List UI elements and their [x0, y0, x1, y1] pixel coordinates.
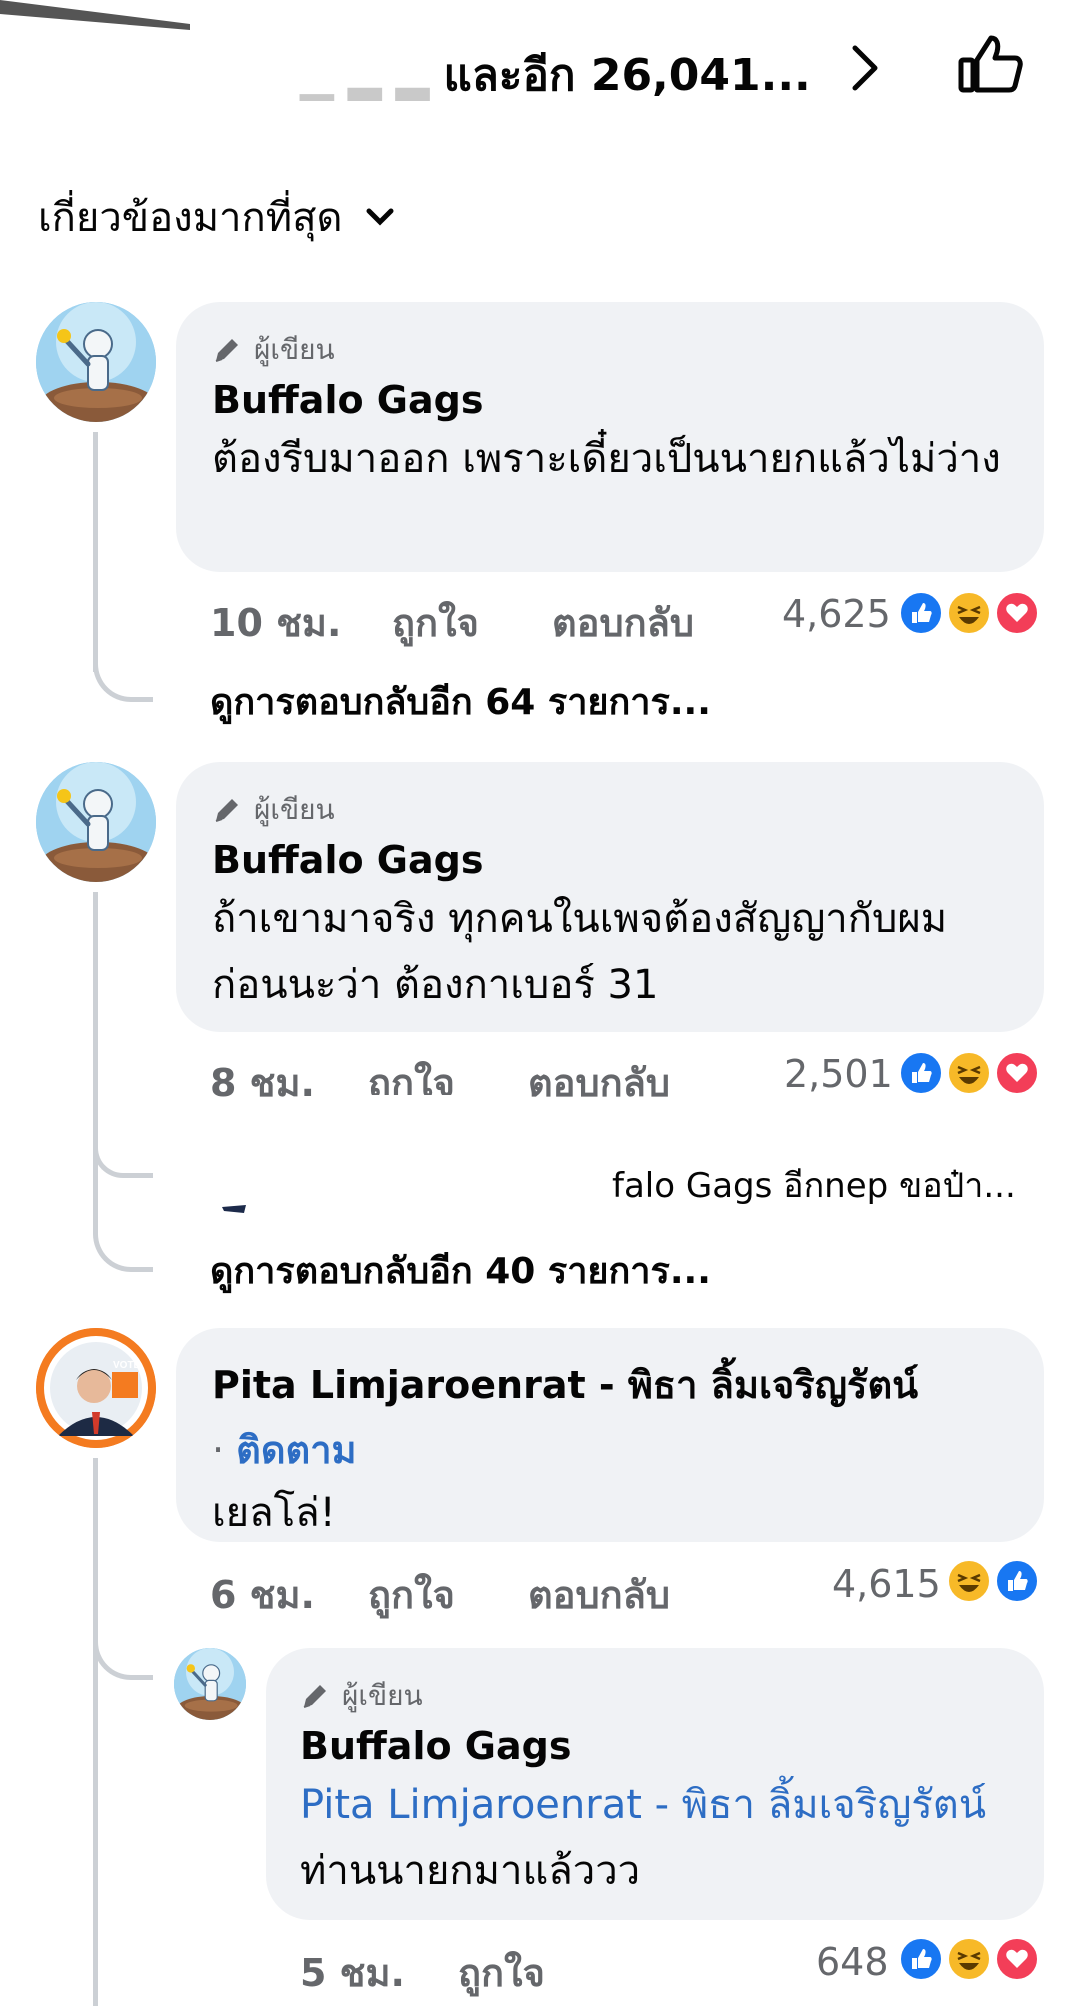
pencil-icon — [303, 1685, 326, 1708]
reply-text: Pita Limjaroenrat - พิธา ลิ้มเจริญรัตน์ … — [300, 1772, 1010, 1904]
chevron-down-icon — [366, 208, 393, 226]
like-button-icon[interactable] — [955, 30, 1025, 100]
comment-time: 5 ชม. — [300, 1951, 405, 1995]
reactions-count[interactable]: 4,615 — [832, 1562, 941, 1606]
avatar-badge-text: VOTE — [113, 1360, 141, 1371]
love-reaction-icon — [994, 1936, 1040, 1982]
mention-link[interactable]: Pita Limjaroenrat - พิธา ลิ้มเจริญรัตน์ — [300, 1782, 986, 1828]
avatar[interactable] — [174, 1648, 246, 1720]
reactions-count[interactable]: 648 — [816, 1940, 889, 1984]
avatar[interactable] — [36, 302, 156, 422]
pencil-icon — [215, 339, 238, 362]
thread-line — [93, 432, 98, 672]
reply-preview-mark — [222, 1198, 246, 1213]
comment-time: 6 ชม. — [210, 1573, 315, 1617]
reply-link[interactable]: ตอบกลับ — [528, 1564, 670, 1625]
like-reaction-icon — [898, 590, 944, 636]
comment-bubble[interactable]: Pita Limjaroenrat - พิธา ลิ้มเจริญรัตน์ … — [176, 1328, 1044, 1542]
view-more-replies[interactable]: ดูการตอบกลับอีก 64 รายการ... — [210, 673, 711, 730]
reactors-summary[interactable]: ▁ ▂ ▂ และอีก 26,041... — [300, 40, 811, 110]
commenter-name[interactable]: Buffalo Gags — [300, 1724, 1008, 1768]
reply-link[interactable]: ตอบกลับ — [528, 1058, 670, 1113]
top-edge-shadow — [0, 0, 190, 30]
like-reaction-icon — [898, 1050, 944, 1096]
haha-reaction-icon — [946, 1558, 992, 1604]
haha-reaction-icon — [946, 1050, 992, 1096]
like-link[interactable]: ถูกใจ — [392, 592, 479, 653]
comment-text: เยลโล่! — [212, 1490, 336, 1536]
reply-link[interactable]: ตอบกลับ — [552, 592, 694, 653]
reactions-icons[interactable] — [898, 1936, 1046, 1986]
author-badge: ผู้เขียน — [212, 788, 1008, 832]
comment-time: 8 ชม. — [210, 1061, 315, 1105]
follow-link[interactable]: ติดตาม — [236, 1428, 356, 1472]
reply-bubble[interactable]: ผู้เขียน Buffalo Gags Pita Limjaroenrat … — [266, 1648, 1044, 1920]
avatar[interactable]: VOTE — [36, 1328, 156, 1448]
like-link[interactable]: ถูกใจ — [458, 1942, 545, 2003]
view-more-replies[interactable]: ดูการตอบกลับอีก 40 รายการ... — [210, 1242, 711, 1299]
reactions-icons[interactable] — [898, 590, 1046, 640]
commenter-name[interactable]: Buffalo Gags — [212, 838, 1008, 882]
commenter-name[interactable]: Buffalo Gags — [212, 378, 1008, 422]
haha-reaction-icon — [946, 1936, 992, 1982]
like-link[interactable]: ถูกใจ — [368, 1564, 455, 1625]
author-badge: ผู้เขียน — [212, 328, 1008, 372]
pencil-icon — [215, 799, 238, 822]
comment-text: ถ้าเขามาจริง ทุกคนในเพจต้องสัญญากับผมก่อ… — [212, 896, 948, 1008]
reply-preview[interactable]: falo Gags อีกnep ขอป๋า... — [612, 1158, 1016, 1212]
reply-preview-text: falo Gags อีกnep ขอป๋า... — [612, 1166, 1016, 1206]
avatar[interactable] — [36, 762, 156, 882]
thread-line — [93, 892, 98, 1232]
comment-text: ต้องรีบมาออก เพราะเดี๋ยวเป็นนายกแล้วไม่ว… — [212, 436, 1001, 482]
reactions-icons[interactable] — [898, 1050, 1046, 1100]
thread-connector — [93, 1138, 153, 1178]
reply-body: ท่านนายกมาแล้ววว — [300, 1848, 641, 1894]
follow-row: · ติดตาม — [212, 1428, 357, 1472]
commenter-name[interactable]: Pita Limjaroenrat - พิธา ลิ้มเจริญรัตน์ — [212, 1354, 1008, 1415]
comment-bubble[interactable]: ผู้เขียน Buffalo Gags ถ้าเขามาจริง ทุกคน… — [176, 762, 1044, 1032]
haha-reaction-icon — [946, 590, 992, 636]
chevron-right-icon[interactable] — [835, 38, 895, 98]
reactors-text: และอีก 26,041... — [443, 50, 811, 101]
reactions-icons[interactable] — [946, 1558, 1046, 1608]
thread-connector — [93, 1232, 153, 1272]
author-badge: ผู้เขียน — [300, 1674, 1008, 1718]
comment-bubble[interactable]: ผู้เขียน Buffalo Gags ต้องรีบมาออก เพราะ… — [176, 302, 1044, 572]
sort-dropdown[interactable]: เกี่ยวข้องมากที่สุด — [38, 185, 395, 249]
love-reaction-icon — [994, 1050, 1040, 1096]
thread-connector — [93, 1640, 153, 1680]
like-reaction-icon — [994, 1558, 1040, 1604]
reactions-count[interactable]: 4,625 — [782, 592, 891, 636]
love-reaction-icon — [994, 590, 1040, 636]
thread-line — [93, 1458, 98, 2006]
thread-connector — [93, 662, 153, 702]
comment-time: 10 ชม. — [210, 601, 342, 645]
reactions-count[interactable]: 2,501 — [784, 1052, 893, 1096]
like-reaction-icon — [898, 1936, 944, 1982]
sort-label: เกี่ยวข้องมากที่สุด — [38, 195, 343, 241]
like-link[interactable]: ถูกใจ — [368, 1052, 455, 1095]
